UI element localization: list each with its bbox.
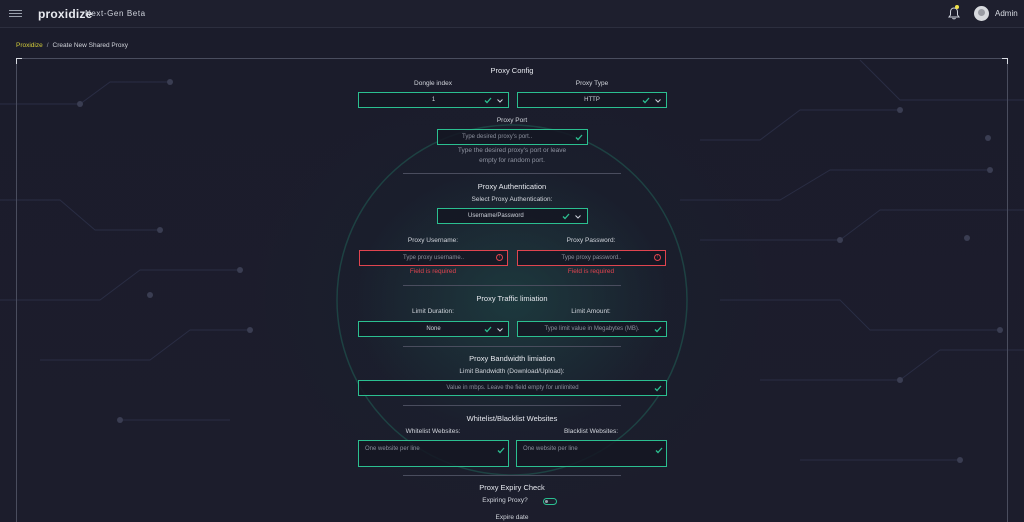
check-icon bbox=[484, 326, 492, 333]
whitelist-placeholder: One website per line bbox=[365, 446, 420, 452]
proxy-type-select[interactable]: HTTP bbox=[517, 92, 667, 108]
check-icon bbox=[562, 213, 570, 220]
select-auth-label: Select Proxy Authentication: bbox=[471, 196, 553, 203]
chevron-down-icon bbox=[655, 99, 661, 103]
proxy-port-placeholder: Type desired proxy's port.. bbox=[462, 134, 533, 140]
proxy-password-label: Proxy Password: bbox=[566, 237, 616, 244]
proxy-type-value: HTTP bbox=[584, 97, 600, 103]
password-error-message: Field is required bbox=[567, 268, 615, 275]
proxy-port-label: Proxy Port bbox=[496, 117, 528, 124]
error-icon: ! bbox=[654, 254, 661, 261]
breadcrumb: Proxidize / Create New Shared Proxy bbox=[16, 42, 128, 49]
section-title-proxy-config: Proxy Config bbox=[490, 66, 534, 75]
expiring-proxy-toggle[interactable] bbox=[543, 498, 557, 505]
expiring-proxy-label: Expiring Proxy? bbox=[482, 497, 528, 504]
proxy-password-input[interactable]: Type proxy password.. ! bbox=[517, 250, 666, 266]
breadcrumb-current: Create New Shared Proxy bbox=[52, 42, 129, 49]
section-divider bbox=[403, 346, 621, 347]
check-icon bbox=[575, 134, 583, 141]
whitelist-label: Whitelist Websites: bbox=[405, 428, 461, 435]
expire-date-label: Expire date bbox=[495, 514, 529, 521]
limit-bandwidth-label: Limit Bandwidth (Download/Upload): bbox=[459, 368, 565, 375]
breadcrumb-separator: / bbox=[46, 42, 49, 49]
proxy-port-input[interactable]: Type desired proxy's port.. bbox=[437, 129, 588, 145]
dongle-index-select[interactable]: 1 bbox=[358, 92, 509, 108]
chevron-down-icon bbox=[497, 328, 503, 332]
section-title-proxy-authentication: Proxy Authentication bbox=[477, 182, 547, 191]
username-error-message: Field is required bbox=[409, 268, 457, 275]
error-icon: ! bbox=[496, 254, 503, 261]
check-icon bbox=[642, 97, 650, 104]
avatar[interactable] bbox=[974, 6, 989, 21]
whitelist-textarea[interactable]: One website per line bbox=[358, 440, 509, 467]
notification-dot bbox=[955, 5, 959, 9]
user-name[interactable]: Admin bbox=[995, 9, 1018, 18]
hamburger-menu-icon[interactable] bbox=[9, 10, 22, 18]
limit-bandwidth-placeholder: Value in mbps. Leave the field empty for… bbox=[446, 385, 579, 391]
auth-method-value: Username/Password bbox=[468, 213, 524, 219]
frame-corner bbox=[1002, 58, 1008, 64]
blacklist-textarea[interactable]: One website per line bbox=[516, 440, 667, 467]
limit-amount-label: Limit Amount: bbox=[571, 308, 611, 315]
auth-method-select[interactable]: Username/Password bbox=[437, 208, 588, 224]
limit-duration-label: Limit Duration: bbox=[412, 308, 454, 315]
section-title-whitelist-blacklist: Whitelist/Blacklist Websites bbox=[466, 414, 558, 423]
breadcrumb-parent[interactable]: Proxidize bbox=[16, 42, 43, 49]
proxy-port-help-line-2: empty for random port. bbox=[479, 157, 545, 164]
blacklist-label: Blacklist Websites: bbox=[563, 428, 619, 435]
proxy-type-label: Proxy Type bbox=[575, 80, 609, 87]
check-icon bbox=[484, 97, 492, 104]
check-icon bbox=[497, 447, 505, 454]
section-title-bandwidth-limitation: Proxy Bandwidth limiation bbox=[469, 354, 555, 363]
section-divider bbox=[403, 475, 621, 476]
section-divider bbox=[403, 173, 621, 174]
chevron-down-icon bbox=[575, 215, 581, 219]
limit-duration-select[interactable]: None bbox=[358, 321, 509, 337]
beta-label: Next-Gen Beta bbox=[85, 9, 146, 18]
notification-bell-icon[interactable] bbox=[948, 7, 960, 20]
check-icon bbox=[655, 447, 663, 454]
chevron-down-icon bbox=[497, 99, 503, 103]
top-bar: proxidize Next-Gen Beta Admin bbox=[0, 0, 1024, 28]
check-icon bbox=[654, 385, 662, 392]
proxy-username-label: Proxy Username: bbox=[407, 237, 459, 244]
proxy-username-input[interactable]: Type proxy username.. ! bbox=[359, 250, 508, 266]
limit-bandwidth-input[interactable]: Value in mbps. Leave the field empty for… bbox=[358, 380, 667, 396]
dongle-index-label: Dongle index bbox=[414, 80, 452, 87]
dongle-index-value: 1 bbox=[431, 97, 436, 103]
frame-corner bbox=[16, 58, 22, 64]
limit-amount-placeholder: Type limit value in Megabytes (MB). bbox=[544, 326, 640, 332]
section-divider bbox=[403, 405, 621, 406]
limit-amount-input[interactable]: Type limit value in Megabytes (MB). bbox=[517, 321, 667, 337]
form-frame bbox=[16, 58, 1008, 522]
section-title-expiry-check: Proxy Expiry Check bbox=[479, 483, 545, 492]
proxy-password-placeholder: Type proxy password.. bbox=[561, 255, 622, 261]
section-title-traffic-limitation: Proxy Traffic limiation bbox=[476, 294, 548, 303]
proxy-username-placeholder: Type proxy username.. bbox=[402, 255, 465, 261]
proxy-port-help-line-1: Type the desired proxy's port or leave bbox=[457, 147, 567, 154]
section-divider bbox=[403, 285, 621, 286]
blacklist-placeholder: One website per line bbox=[523, 446, 578, 452]
limit-duration-value: None bbox=[426, 326, 441, 332]
check-icon bbox=[654, 326, 662, 333]
